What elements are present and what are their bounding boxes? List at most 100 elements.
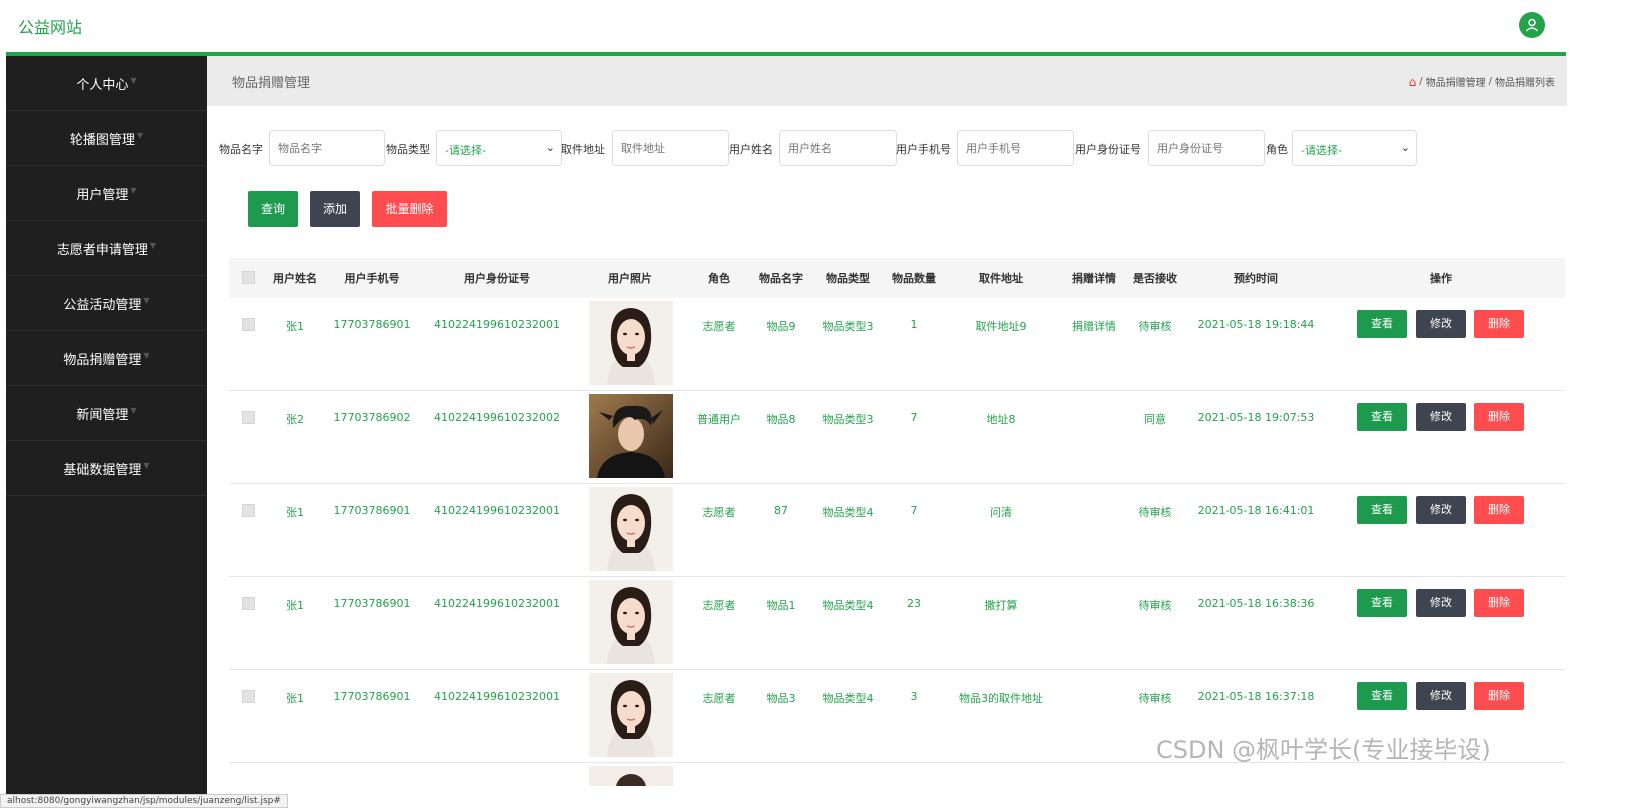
- cell-phone: 17703786901: [333, 690, 411, 703]
- phone-label: 用户手机号: [896, 143, 951, 156]
- user-photo: [589, 766, 673, 786]
- sidebar-item-users[interactable]: 用户管理 ▼: [6, 166, 207, 221]
- top-bar: 公益网站: [0, 0, 1632, 53]
- cell-type: 物品类型3: [822, 413, 874, 426]
- delete-button[interactable]: 删除: [1474, 589, 1524, 617]
- sidebar-item-activities[interactable]: 公益活动管理 ▼: [6, 276, 207, 331]
- role-label: 角色: [1266, 143, 1288, 156]
- row-checkbox[interactable]: [242, 411, 255, 424]
- cell-id: 410224199610232001: [434, 690, 560, 703]
- select-all-checkbox[interactable]: [242, 271, 255, 284]
- chevron-down-icon: ▼: [130, 185, 137, 195]
- user-icon[interactable]: [1519, 12, 1545, 38]
- chevron-down-icon: ⌄: [1400, 141, 1410, 154]
- sidebar-item-news[interactable]: 新闻管理 ▼: [6, 386, 207, 441]
- cell-phone: 17703786901: [333, 597, 411, 610]
- cell-role: 普通用户: [697, 413, 741, 426]
- column-header: 捐赠详情: [1072, 272, 1116, 285]
- search-form: 物品名字 物品类型 -请选择-⌄ 取件地址 用户姓名 用户手机号 用户身份证号 …: [219, 130, 1559, 166]
- cell-name: 张1: [286, 506, 304, 519]
- delete-button[interactable]: 删除: [1474, 403, 1524, 431]
- view-button[interactable]: 查看: [1357, 496, 1407, 524]
- item-type-select[interactable]: -请选择- ⌄: [436, 130, 562, 166]
- cell-item: 87: [774, 504, 788, 517]
- edit-button[interactable]: 修改: [1416, 589, 1466, 617]
- cell-id: 410224199610232001: [434, 504, 560, 517]
- cell-name: 张1: [286, 320, 304, 333]
- delete-button[interactable]: 删除: [1474, 496, 1524, 524]
- cell-id: 410224199610232001: [434, 318, 560, 331]
- address-input[interactable]: [612, 130, 729, 166]
- cell-id: 410224199610232001: [434, 597, 560, 610]
- cell-status: 待审核: [1138, 506, 1172, 519]
- column-header: 取件地址: [979, 272, 1023, 285]
- sidebar-item-label: 新闻管理: [76, 407, 129, 423]
- breadcrumb-item: 物品捐赠列表: [1495, 78, 1555, 89]
- cell-type: 物品类型3: [822, 320, 874, 333]
- row-checkbox[interactable]: [242, 318, 255, 331]
- view-button[interactable]: 查看: [1357, 310, 1407, 338]
- site-brand[interactable]: 公益网站: [18, 14, 82, 38]
- sidebar-item-label: 用户管理: [76, 187, 129, 203]
- breadcrumb: ⌂ / 物品捐赠管理 / 物品捐赠列表: [1409, 74, 1555, 90]
- sidebar-item-personal-center[interactable]: 个人中心 ▼: [6, 56, 207, 111]
- table-row: 张1 17703786901 410224199610232001 志愿者 物品1 物品类…: [229, 577, 1565, 670]
- cell-role: 志愿者: [702, 320, 736, 333]
- row-checkbox[interactable]: [242, 690, 255, 703]
- role-value: -请选择-: [1301, 144, 1342, 157]
- chevron-down-icon: ▼: [130, 75, 137, 85]
- delete-button[interactable]: 删除: [1474, 682, 1524, 710]
- main-content: 物品捐赠管理 ⌂ / 物品捐赠管理 / 物品捐赠列表 物品名字 物品类型 -请选…: [207, 56, 1567, 808]
- cell-role: 志愿者: [702, 506, 736, 519]
- cell-item: 物品1: [766, 599, 796, 612]
- sidebar-item-label: 物品捐赠管理: [63, 352, 142, 368]
- sidebar-item-label: 公益活动管理: [63, 297, 142, 313]
- view-button[interactable]: 查看: [1357, 682, 1407, 710]
- breadcrumb-separator: /: [1419, 76, 1423, 87]
- browser-status-bar: alhost:8080/gongyiwangzhan/jsp/modules/j…: [0, 794, 288, 808]
- view-button[interactable]: 查看: [1357, 403, 1407, 431]
- user-photo: [589, 301, 673, 385]
- edit-button[interactable]: 修改: [1416, 496, 1466, 524]
- column-header: 用户姓名: [273, 272, 317, 285]
- row-checkbox[interactable]: [242, 597, 255, 610]
- home-icon[interactable]: ⌂: [1409, 75, 1417, 89]
- sidebar: 个人中心 ▼ 轮播图管理 ▼ 用户管理 ▼ 志愿者申请管理 ▼ 公益活动管理 ▼ 物品捐赠…: [6, 56, 207, 808]
- search-button[interactable]: 查询: [248, 191, 298, 227]
- edit-button[interactable]: 修改: [1416, 682, 1466, 710]
- chevron-down-icon: ▼: [136, 130, 144, 140]
- phone-input[interactable]: [957, 130, 1074, 166]
- sidebar-item-volunteer[interactable]: 志愿者申请管理 ▼: [6, 221, 207, 276]
- cell-addr: 问清: [990, 506, 1012, 519]
- add-button[interactable]: 添加: [310, 191, 360, 227]
- delete-button[interactable]: 删除: [1474, 310, 1524, 338]
- cell-type: 物品类型4: [822, 506, 874, 519]
- table-body: 张1 17703786901 410224199610232001 志愿者 物品9 物品类…: [229, 298, 1565, 763]
- donation-table: 用户姓名 用户手机号 用户身份证号 用户照片 角色 物品名字 物品类型 物品数量…: [229, 258, 1565, 786]
- user-name-input[interactable]: [779, 130, 897, 166]
- role-select[interactable]: -请选择- ⌄: [1292, 130, 1417, 166]
- edit-button[interactable]: 修改: [1416, 310, 1466, 338]
- cell-phone: 17703786901: [333, 504, 411, 517]
- cell-time: 2021-05-18 16:38:36: [1197, 597, 1315, 610]
- cell-name: 张1: [286, 692, 304, 705]
- view-button[interactable]: 查看: [1357, 589, 1407, 617]
- row-checkbox[interactable]: [242, 504, 255, 517]
- edit-button[interactable]: 修改: [1416, 403, 1466, 431]
- item-name-label: 物品名字: [219, 143, 263, 156]
- user-photo: [589, 673, 673, 757]
- sidebar-item-carousel[interactable]: 轮播图管理 ▼: [6, 111, 207, 166]
- item-name-input[interactable]: [269, 130, 385, 166]
- column-header: 用户手机号: [344, 272, 400, 285]
- sidebar-item-donations[interactable]: 物品捐赠管理 ▼: [6, 331, 207, 386]
- column-header: 操作: [1430, 272, 1452, 285]
- cell-addr: 撒打算: [984, 599, 1018, 612]
- cell-addr: 取件地址9: [975, 320, 1027, 333]
- batch-delete-button[interactable]: 批量删除: [372, 191, 447, 227]
- cell-phone: 17703786902: [333, 411, 411, 424]
- sidebar-item-basic-data[interactable]: 基础数据管理 ▼: [6, 441, 207, 496]
- id-card-input[interactable]: [1148, 130, 1265, 166]
- cell-time: 2021-05-18 16:37:18: [1197, 690, 1315, 703]
- breadcrumb-item[interactable]: 物品捐赠管理: [1426, 74, 1486, 89]
- user-name-label: 用户姓名: [729, 143, 773, 156]
